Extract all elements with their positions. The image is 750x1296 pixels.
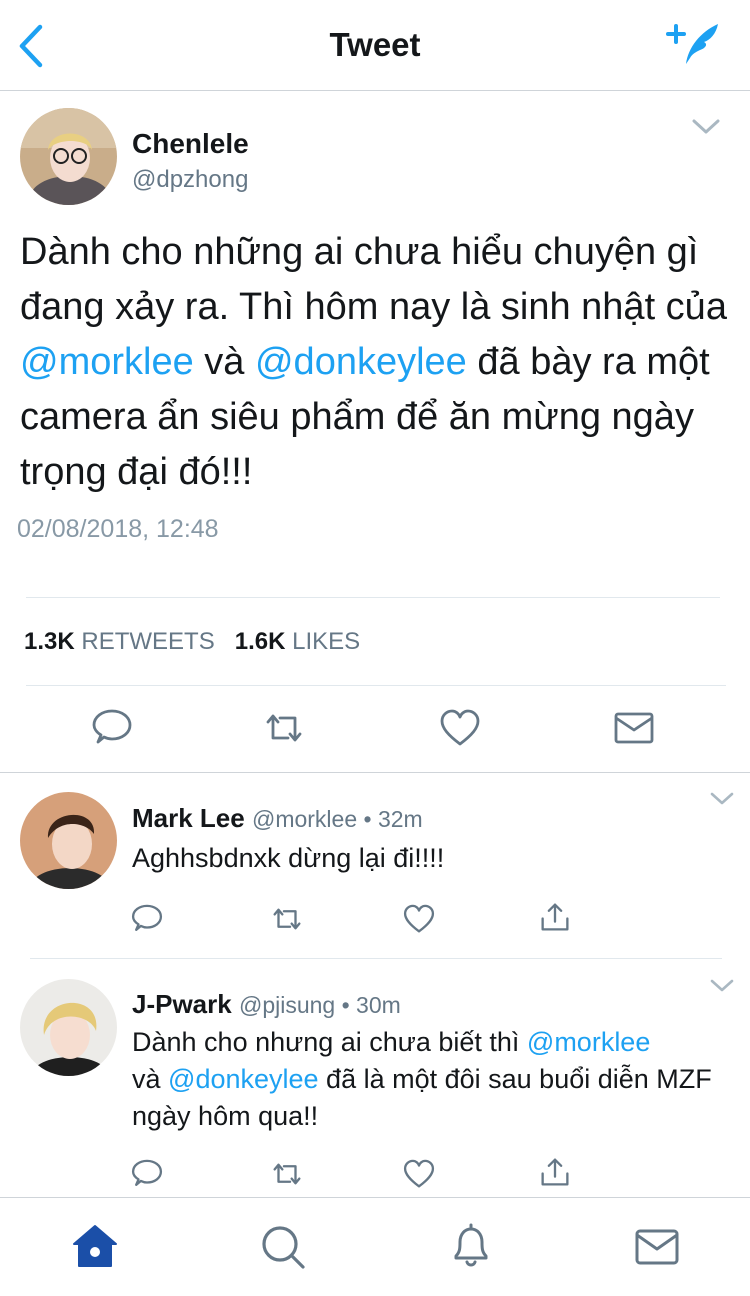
divider [26, 685, 726, 686]
like-button[interactable] [438, 706, 482, 750]
tweet-text: Dành cho những ai chưa hiểu chuyện gì đa… [20, 225, 735, 500]
avatar[interactable] [20, 979, 117, 1076]
mention-link[interactable]: @morklee [20, 341, 194, 383]
heart-icon [403, 904, 435, 933]
tweet-menu-button[interactable] [708, 790, 736, 808]
share-icon [541, 1158, 569, 1186]
retweets-stat[interactable]: 1.3K RETWEETS [24, 628, 215, 655]
heart-icon [403, 1159, 435, 1188]
like-button[interactable] [402, 1157, 436, 1191]
reply-icon [131, 904, 163, 931]
tab-messages[interactable] [632, 1222, 682, 1272]
likes-count: 1.6K [234, 628, 286, 655]
author-name[interactable]: Chenlele [132, 128, 249, 160]
home-icon [73, 1225, 117, 1267]
reply-header: J-Pwark @pjisung • 30m [132, 989, 401, 1020]
search-icon [262, 1226, 305, 1269]
tweet-timestamp: 02/08/2018, 12:48 [17, 515, 219, 543]
share-button[interactable] [538, 900, 572, 934]
notifications-icon [454, 1223, 488, 1267]
likes-stat[interactable]: 1.6K LIKES [235, 628, 360, 655]
tweet-text-segment: và [132, 1064, 169, 1094]
reply-meta: @pjisung • 30m [238, 992, 401, 1018]
user-avatar-image [20, 792, 117, 889]
retweet-icon [273, 908, 301, 930]
heart-icon [440, 709, 480, 746]
user-avatar-image [20, 979, 117, 1076]
avatar[interactable] [20, 108, 117, 205]
divider [30, 958, 722, 959]
tweet-text-segment: Aghhsbdnxk dừng lại đi!!!! [132, 843, 445, 873]
retweets-count: 1.3K [24, 628, 75, 655]
mention-link[interactable]: @donkeylee [255, 341, 467, 383]
tweet-text-segment: và [193, 341, 255, 383]
like-button[interactable] [402, 902, 436, 936]
share-icon [541, 903, 569, 931]
reply-button[interactable] [130, 902, 164, 936]
retweet-button[interactable] [270, 902, 304, 936]
tweet-stats: 1.3K RETWEETS 1.6K LIKES [24, 628, 360, 656]
envelope-icon [614, 712, 654, 744]
reply-icon [131, 1159, 163, 1186]
reply-text: Aghhsbdnxk dừng lại đi!!!! [132, 840, 722, 877]
tweet-text-segment: Dành cho những ai chưa hiểu chuyện gì đa… [20, 231, 727, 328]
likes-label: LIKES [292, 628, 361, 655]
retweets-label: RETWEETS [81, 628, 215, 655]
divider [26, 597, 720, 598]
author-name[interactable]: Mark Lee [132, 803, 245, 833]
tab-search[interactable] [258, 1222, 308, 1272]
divider [0, 772, 750, 773]
reply-icon [92, 709, 132, 744]
chevron-down-icon [710, 979, 734, 992]
author-handle[interactable]: @dpzhong [132, 166, 248, 194]
mention-link[interactable]: @morklee [527, 1027, 650, 1057]
reply-meta: @morklee • 32m [251, 806, 423, 832]
tweet-text-segment: Dành cho nhưng ai chưa biết thì [132, 1027, 527, 1057]
retweet-icon [266, 714, 302, 742]
retweet-button[interactable] [262, 706, 306, 750]
share-button[interactable] [538, 1155, 572, 1189]
avatar[interactable] [20, 792, 117, 889]
chevron-down-icon [692, 119, 720, 134]
tweet-menu-button[interactable] [690, 116, 722, 138]
compose-tweet-icon [666, 24, 718, 64]
tab-home[interactable] [70, 1222, 120, 1272]
chevron-down-icon [710, 792, 734, 805]
compose-tweet-button[interactable] [664, 18, 724, 70]
tab-notifications[interactable] [446, 1220, 496, 1270]
user-avatar-image [20, 108, 117, 205]
author-name[interactable]: J-Pwark [132, 989, 232, 1019]
reply-button[interactable] [90, 706, 134, 750]
reply-header: Mark Lee @morklee • 32m [132, 803, 423, 834]
reply-button[interactable] [130, 1157, 164, 1191]
reply-text: Dành cho nhưng ai chưa biết thì @morklee… [132, 1024, 722, 1135]
retweet-button[interactable] [270, 1157, 304, 1191]
retweet-icon [273, 1163, 301, 1185]
mention-link[interactable]: @donkeylee [168, 1064, 319, 1094]
messages-icon [635, 1229, 679, 1265]
page-title: Tweet [329, 26, 421, 63]
tweet-menu-button[interactable] [708, 977, 736, 995]
share-via-dm-button[interactable] [612, 706, 656, 750]
